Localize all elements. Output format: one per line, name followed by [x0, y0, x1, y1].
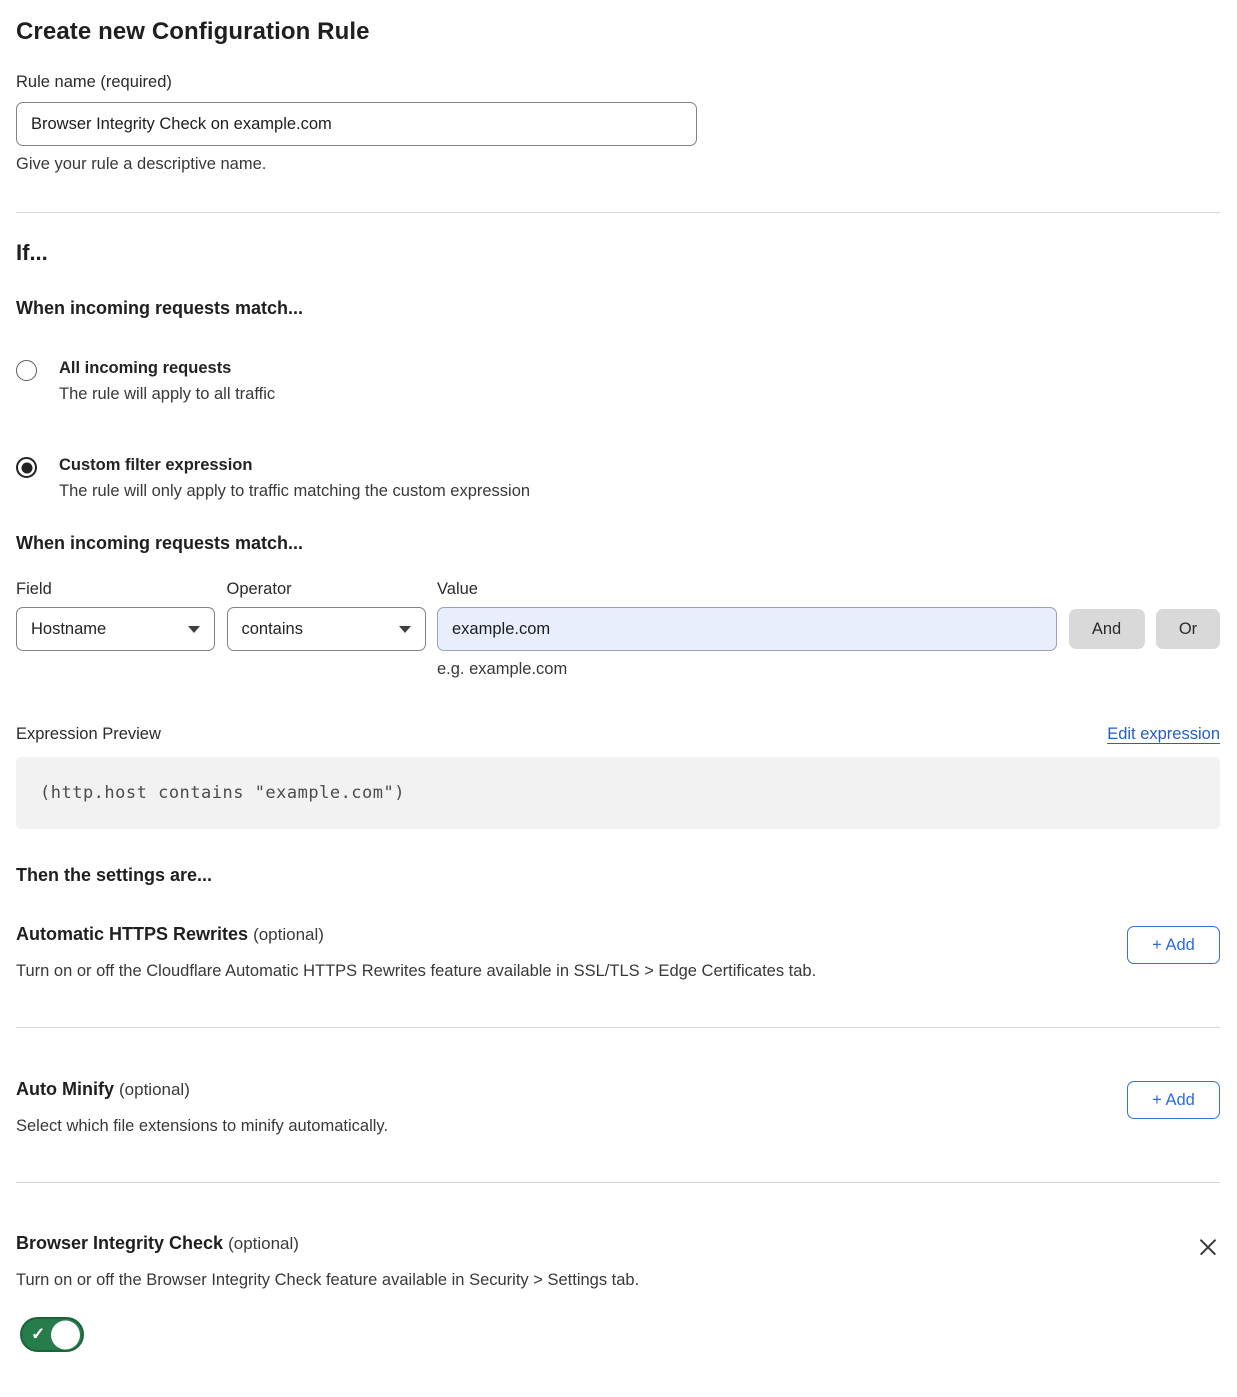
setting-description: Select which file extensions to minify a… [16, 1117, 388, 1136]
expression-builder-heading: When incoming requests match... [16, 533, 1220, 554]
create-configuration-rule-form: Create new Configuration Rule Rule name … [0, 0, 1237, 1397]
setting-automatic-https-rewrites: Automatic HTTPS Rewrites (optional) Turn… [16, 924, 1220, 981]
then-settings-heading: Then the settings are... [16, 865, 1220, 886]
setting-auto-minify: Auto Minify (optional) Select which file… [16, 1079, 1220, 1136]
operator-select-value: contains [242, 620, 303, 639]
setting-description: Turn on or off the Browser Integrity Che… [16, 1271, 639, 1290]
expression-preview-label: Expression Preview [16, 725, 161, 744]
radio-option-all-incoming-requests[interactable]: All incoming requests The rule will appl… [16, 359, 1220, 404]
browser-integrity-check-toggle[interactable]: ✓ [20, 1317, 84, 1352]
rule-name-helper: Give your rule a descriptive name. [16, 155, 1220, 174]
chevron-down-icon [188, 626, 200, 633]
radio-description: The rule will apply to all traffic [59, 385, 275, 404]
value-hint: e.g. example.com [437, 660, 1057, 679]
toggle-knob [51, 1320, 80, 1349]
radio-button[interactable] [16, 457, 37, 478]
section-divider [16, 1027, 1220, 1028]
radio-description: The rule will only apply to traffic matc… [59, 482, 530, 501]
setting-description: Turn on or off the Cloudflare Automatic … [16, 962, 816, 981]
close-icon[interactable] [1196, 1235, 1220, 1259]
expression-preview-code: (http.host contains "example.com") [16, 757, 1220, 829]
chevron-down-icon [399, 626, 411, 633]
section-divider [16, 212, 1220, 213]
expression-builder: Field Operator Value Hostname contains A… [16, 580, 1220, 679]
checkmark-icon: ✓ [31, 1324, 45, 1344]
add-automatic-https-rewrites-button[interactable]: + Add [1127, 926, 1220, 964]
rule-name-input[interactable] [16, 102, 697, 146]
and-button[interactable]: And [1069, 609, 1145, 649]
field-select[interactable]: Hostname [16, 607, 215, 651]
setting-browser-integrity-check: Browser Integrity Check (optional) Turn … [16, 1233, 1220, 1357]
section-divider [16, 1182, 1220, 1183]
or-button[interactable]: Or [1156, 609, 1220, 649]
if-heading: If... [16, 240, 1220, 266]
radio-button[interactable] [16, 360, 37, 381]
rule-name-label: Rule name (required) [16, 73, 1220, 92]
add-auto-minify-button[interactable]: + Add [1127, 1081, 1220, 1119]
operator-column-label: Operator [227, 580, 426, 599]
edit-expression-link[interactable]: Edit expression [1107, 725, 1220, 744]
setting-title: Auto Minify (optional) [16, 1079, 388, 1100]
setting-optional-label: (optional) [228, 1234, 299, 1253]
operator-select[interactable]: contains [227, 607, 426, 651]
value-input[interactable] [437, 607, 1057, 651]
field-column-label: Field [16, 580, 215, 599]
radio-option-custom-filter-expression[interactable]: Custom filter expression The rule will o… [16, 456, 1220, 501]
field-select-value: Hostname [31, 620, 106, 639]
page-title: Create new Configuration Rule [16, 18, 1220, 46]
radio-label: Custom filter expression [59, 456, 530, 475]
radio-label: All incoming requests [59, 359, 275, 378]
match-heading: When incoming requests match... [16, 298, 1220, 319]
setting-optional-label: (optional) [119, 1080, 190, 1099]
setting-title: Browser Integrity Check (optional) [16, 1233, 639, 1254]
value-column-label: Value [437, 580, 1057, 599]
setting-title: Automatic HTTPS Rewrites (optional) [16, 924, 816, 945]
setting-optional-label: (optional) [253, 925, 324, 944]
